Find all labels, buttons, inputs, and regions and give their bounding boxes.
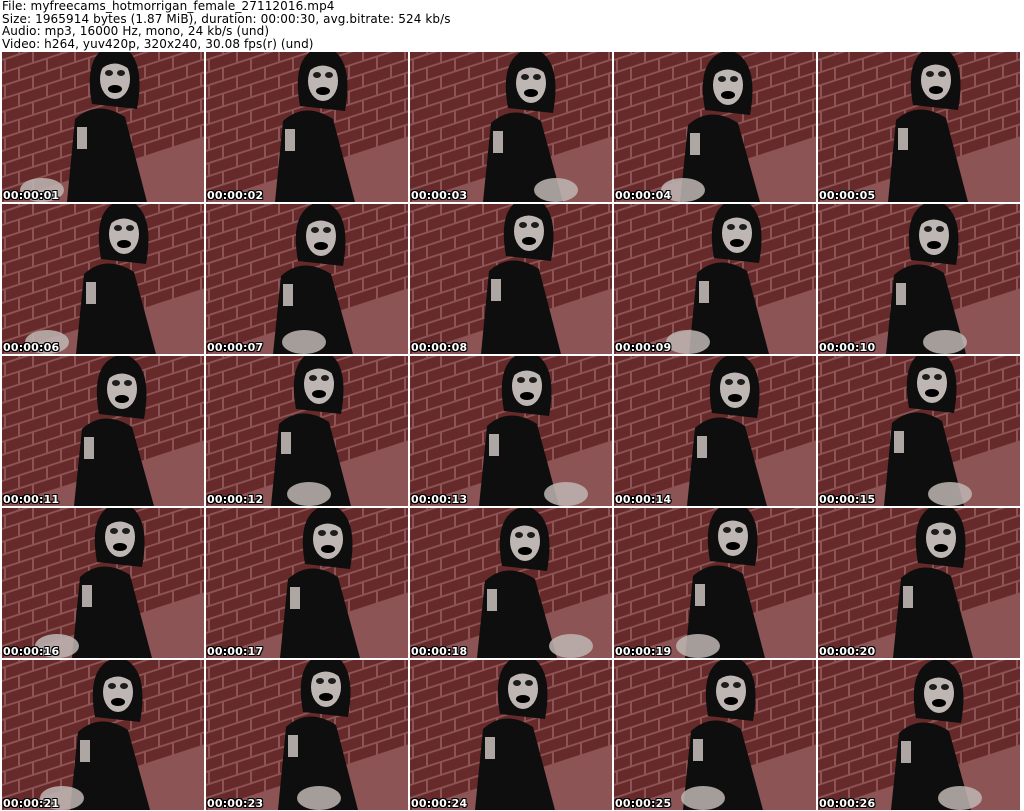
video-thumbnail: 00:00:21 (2, 660, 204, 810)
thumbnail-timestamp: 00:00:23 (207, 797, 264, 810)
video-thumbnail: 00:00:05 (818, 52, 1020, 202)
thumbnail-timestamp: 00:00:12 (207, 493, 264, 506)
thumbnail-timestamp: 00:00:05 (819, 189, 876, 202)
thumbnail-timestamp: 00:00:10 (819, 341, 876, 354)
file-name-line: File: myfreecams_hotmorrigan_female_2711… (2, 0, 335, 13)
thumbnail-timestamp: 00:00:08 (411, 341, 468, 354)
thumbnail-timestamp: 00:00:14 (615, 493, 672, 506)
video-info-line: Video: h264, yuv420p, 320x240, 30.08 fps… (2, 36, 314, 51)
video-thumbnail: 00:00:01 (2, 52, 204, 202)
thumbnail-timestamp: 00:00:09 (615, 341, 672, 354)
video-thumbnail: 00:00:11 (2, 356, 204, 506)
thumbnail-timestamp: 00:00:06 (3, 341, 60, 354)
video-thumbnail: 00:00:08 (410, 204, 612, 354)
thumbnail-timestamp: 00:00:11 (3, 493, 60, 506)
video-thumbnail: 00:00:16 (2, 508, 204, 658)
thumbnail-timestamp: 00:00:25 (615, 797, 672, 810)
video-thumbnail: 00:00:15 (818, 356, 1020, 506)
video-thumbnail: 00:00:12 (206, 356, 408, 506)
video-thumbnail: 00:00:06 (2, 204, 204, 354)
video-thumbnail: 00:00:02 (206, 52, 408, 202)
video-thumbnail: 00:00:25 (614, 660, 816, 810)
video-thumbnail: 00:00:07 (206, 204, 408, 354)
thumbnail-timestamp: 00:00:16 (3, 645, 60, 658)
thumbnail-timestamp: 00:00:21 (3, 797, 60, 810)
video-thumbnail: 00:00:23 (206, 660, 408, 810)
thumbnail-timestamp: 00:00:04 (615, 189, 672, 202)
thumbnail-timestamp: 00:00:03 (411, 189, 468, 202)
thumbnail-timestamp: 00:00:18 (411, 645, 468, 658)
thumbnail-timestamp: 00:00:15 (819, 493, 876, 506)
thumbnail-timestamp: 00:00:24 (411, 797, 468, 810)
thumbnail-timestamp: 00:00:07 (207, 341, 264, 354)
video-thumbnail: 00:00:14 (614, 356, 816, 506)
video-thumbnail: 00:00:09 (614, 204, 816, 354)
thumbnail-timestamp: 00:00:20 (819, 645, 876, 658)
video-thumbnail: 00:00:19 (614, 508, 816, 658)
thumbnail-timestamp: 00:00:02 (207, 189, 264, 202)
video-thumbnail: 00:00:26 (818, 660, 1020, 810)
file-info-header: File: myfreecams_hotmorrigan_female_2711… (2, 0, 1020, 50)
thumbnail-grid: 00:00:01 00:00:02 00:00:03 00:00:04 00:0… (2, 52, 1022, 810)
thumbnail-timestamp: 00:00:01 (3, 189, 60, 202)
thumbnail-timestamp: 00:00:19 (615, 645, 672, 658)
video-thumbnail: 00:00:18 (410, 508, 612, 658)
video-thumbnail: 00:00:17 (206, 508, 408, 658)
audio-info-line: Audio: mp3, 16000 Hz, mono, 24 kb/s (und… (2, 24, 270, 38)
thumbnail-timestamp: 00:00:13 (411, 493, 468, 506)
thumbnail-timestamp: 00:00:26 (819, 797, 876, 810)
video-thumbnail: 00:00:03 (410, 52, 612, 202)
video-thumbnail: 00:00:13 (410, 356, 612, 506)
thumbnail-timestamp: 00:00:17 (207, 645, 264, 658)
video-thumbnail: 00:00:04 (614, 52, 816, 202)
video-thumbnail: 00:00:20 (818, 508, 1020, 658)
video-thumbnail: 00:00:24 (410, 660, 612, 810)
video-thumbnail: 00:00:10 (818, 204, 1020, 354)
